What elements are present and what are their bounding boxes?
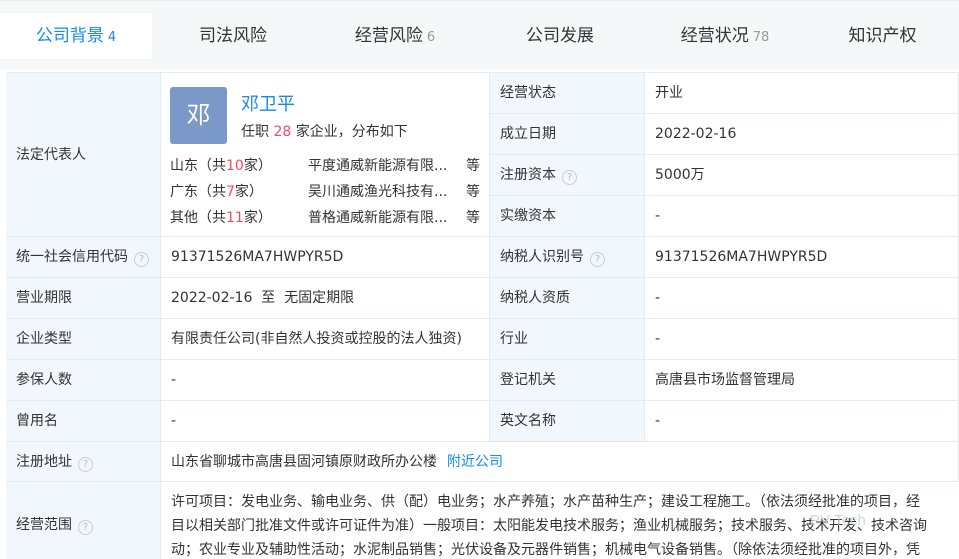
tab-label: 经营风险: [354, 26, 423, 46]
tab-count: 78: [752, 30, 770, 45]
reg-authority-label: 登记机关: [490, 360, 645, 401]
address-label: 注册地址: [16, 454, 72, 470]
former-name-value: -: [161, 401, 490, 442]
industry-value: -: [645, 319, 959, 360]
tab-company-development[interactable]: 公司发展: [476, 13, 644, 59]
reg-authority-value: 高唐县市场监督管理局: [645, 360, 959, 401]
address-value: 山东省聊城市高唐县固河镇原财政所办公楼: [171, 454, 437, 470]
insured-label: 参保人数: [6, 360, 161, 401]
summary-suffix: 家企业，分布如下: [295, 124, 408, 140]
distribution-region: 山东（共10家）: [170, 158, 272, 174]
status-value: 开业: [645, 73, 959, 114]
legal-rep-summary: 任职 28 家企业，分布如下: [241, 121, 408, 141]
company-type-label: 企业类型: [6, 319, 161, 360]
taxpayer-id-label-cell: 纳税人识别号?: [490, 237, 645, 278]
distribution-company-link[interactable]: 吴川通威渔光科技有...: [308, 181, 447, 201]
help-icon[interactable]: ?: [134, 252, 149, 267]
distribution-more-link[interactable]: 等: [466, 155, 480, 175]
avatar: 邓: [170, 87, 227, 144]
tab-label: 经营状况: [680, 26, 749, 46]
tab-bar: 公司背景 4 司法风险 经营风险 6 公司发展 经营状况 78 知识产权: [0, 0, 959, 70]
scope-label-cell: 经营范围?: [6, 482, 161, 559]
scope-label: 经营范围: [16, 517, 72, 533]
reg-capital-label-cell: 注册资本?: [490, 155, 645, 196]
help-icon[interactable]: ?: [590, 252, 605, 267]
term-label: 营业期限: [6, 278, 161, 319]
founded-label: 成立日期: [490, 114, 645, 155]
tab-label: 公司发展: [526, 26, 594, 46]
tab-intellectual-property[interactable]: 知识产权: [806, 13, 959, 59]
distribution-more-link[interactable]: 等: [466, 181, 480, 201]
tab-operating-risk[interactable]: 经营风险 6: [314, 13, 476, 59]
tab-judicial-risk[interactable]: 司法风险: [152, 13, 314, 59]
distribution-company-link[interactable]: 平度通威新能源有限...: [308, 155, 447, 175]
nearby-companies-link[interactable]: 附近公司: [447, 454, 503, 470]
legal-rep-name-link[interactable]: 邓卫平: [241, 90, 295, 116]
english-name-value: -: [645, 401, 959, 442]
tab-label: 公司背景: [35, 26, 104, 46]
credit-code-label: 统一社会信用代码: [16, 249, 128, 265]
insured-value: -: [161, 360, 490, 401]
distribution-company-link[interactable]: 普格通威新能源有限...: [308, 207, 447, 227]
reg-capital-label: 注册资本: [500, 167, 556, 183]
industry-label: 行业: [490, 319, 645, 360]
distribution-region: 广东（共7家）: [170, 184, 263, 200]
tab-business-status[interactable]: 经营状况 78: [644, 13, 806, 59]
help-icon[interactable]: ?: [78, 457, 93, 472]
paid-capital-value: -: [645, 196, 959, 237]
watermark-logo: PV-Tech: [810, 512, 866, 529]
distribution-row: 广东（共7家） 吴川通威渔光科技有... 等: [0, 181, 490, 201]
distribution-more-link[interactable]: 等: [466, 207, 480, 227]
summary-prefix: 任职: [241, 124, 269, 140]
address-cell: 山东省聊城市高唐县固河镇原财政所办公楼 附近公司: [161, 442, 959, 482]
tab-label: 知识产权: [848, 26, 917, 46]
tab-count: 6: [426, 30, 436, 45]
tab-count: 4: [107, 30, 117, 45]
english-name-label: 英文名称: [490, 401, 645, 442]
distribution-row: 山东（共10家） 平度通威新能源有限... 等: [0, 155, 490, 175]
distribution-region: 其他（共11家）: [170, 210, 272, 226]
tab-label: 司法风险: [199, 26, 267, 46]
help-icon[interactable]: ?: [562, 170, 577, 185]
address-label-cell: 注册地址?: [6, 442, 161, 482]
credit-code-label-cell: 统一社会信用代码?: [6, 237, 161, 278]
founded-value: 2022-02-16: [645, 114, 959, 155]
distribution-row: 其他（共11家） 普格通威新能源有限... 等: [0, 207, 490, 227]
company-count: 28: [273, 124, 292, 140]
company-type-value: 有限责任公司(非自然人投资或控股的法人独资): [161, 319, 490, 360]
former-name-label: 曾用名: [6, 401, 161, 442]
scope-line: 动；农业专业及辅助性活动；水泥制品销售；光伏设备及元器件销售；机械电气设备销售。…: [171, 542, 920, 558]
scope-line: 许可项目：发电业务、输电业务、供（配）电业务；水产养殖；水产苗种生产；建设工程施…: [171, 494, 920, 510]
taxpayer-qual-label: 纳税人资质: [490, 278, 645, 319]
credit-code-value: 91371526MA7HWPYR5D: [161, 237, 490, 278]
help-icon[interactable]: ?: [78, 520, 93, 535]
paid-capital-label: 实缴资本: [490, 196, 645, 237]
reg-capital-value: 5000万: [645, 155, 959, 196]
taxpayer-id-value: 91371526MA7HWPYR5D: [645, 237, 959, 278]
status-label: 经营状态: [490, 73, 645, 114]
taxpayer-id-label: 纳税人识别号: [500, 249, 584, 265]
term-value: 2022-02-16 至 无固定期限: [161, 278, 490, 319]
tab-company-background[interactable]: 公司背景 4: [0, 13, 152, 59]
taxpayer-qual-value: -: [645, 278, 959, 319]
